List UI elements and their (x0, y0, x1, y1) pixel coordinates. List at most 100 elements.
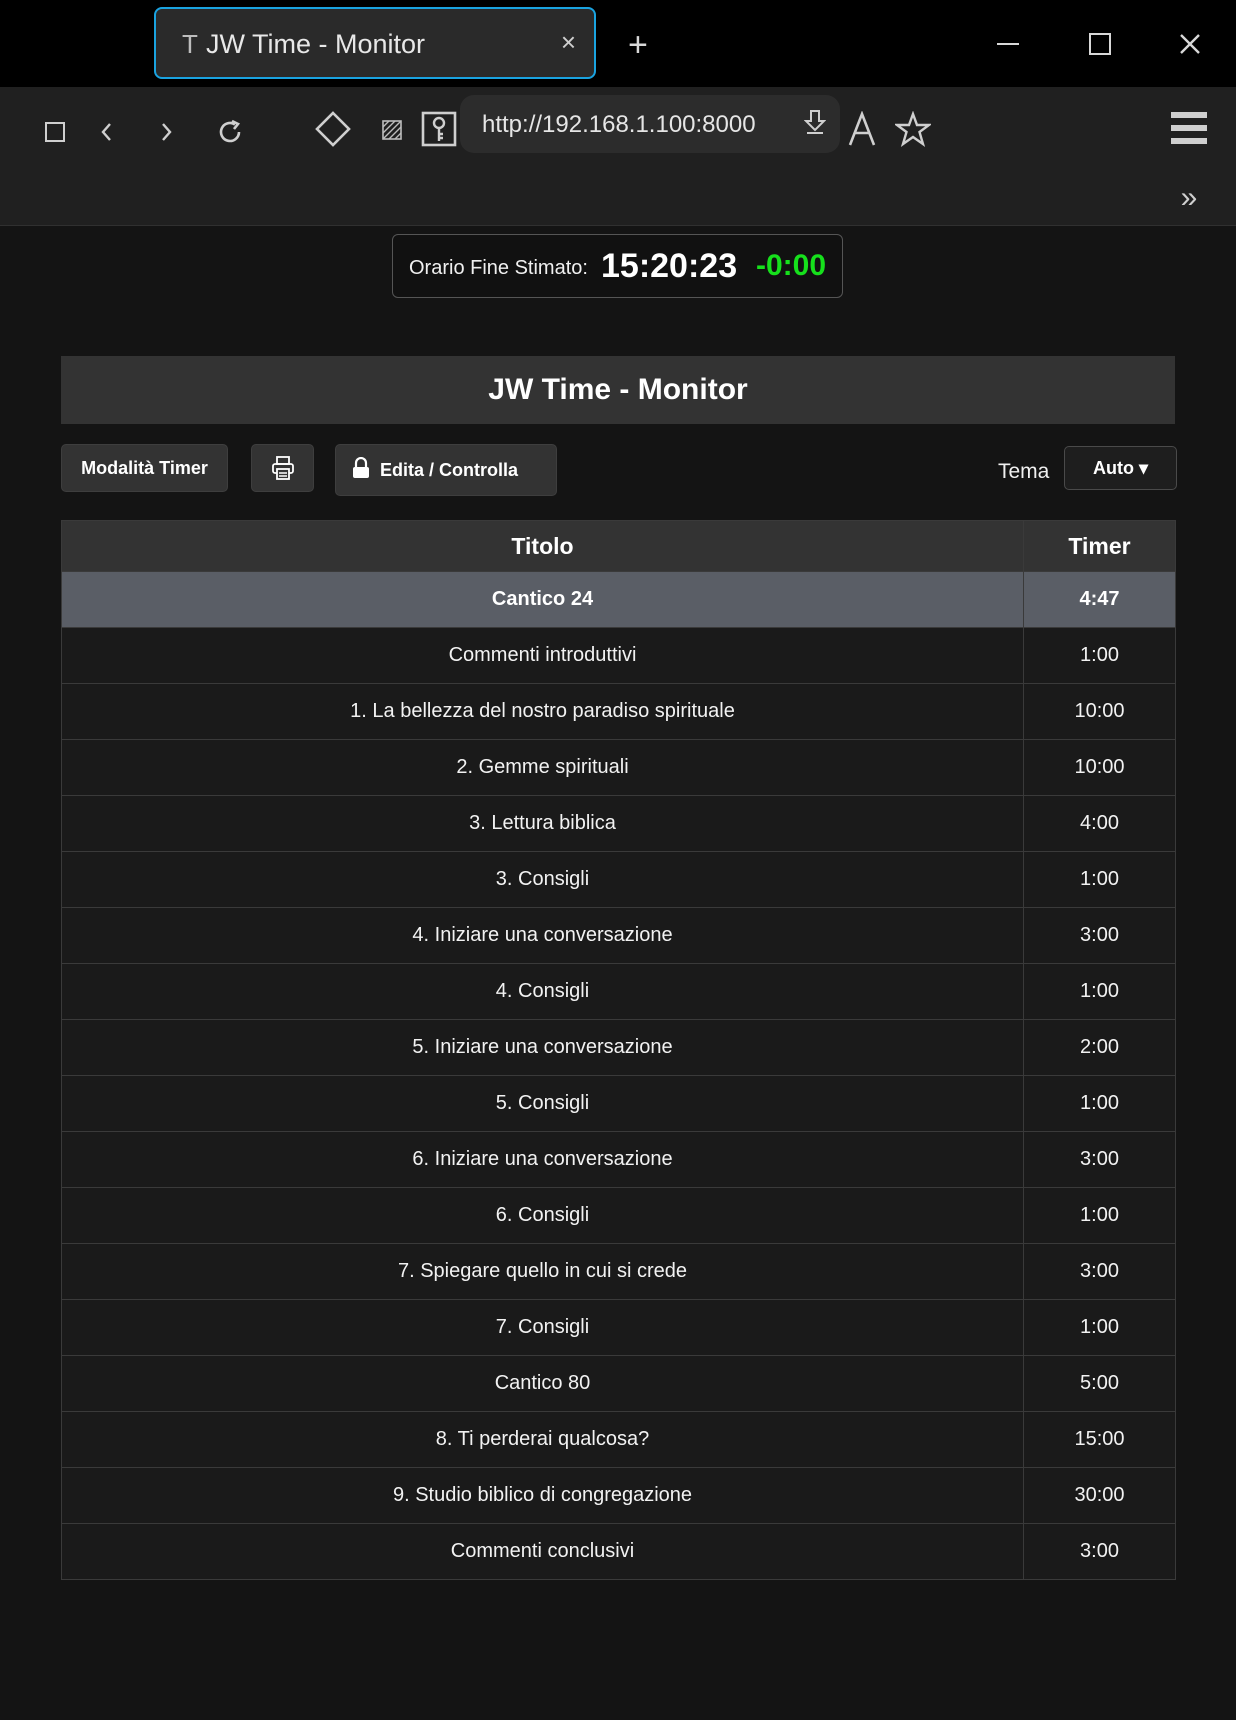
row-timer: 1:00 (1023, 627, 1176, 684)
hatched-square-icon (382, 120, 402, 140)
row-timer: 1:00 (1023, 851, 1176, 908)
table-body: Cantico 24 4:47 Commenti introduttivi 1:00 1… (61, 571, 1176, 1580)
row-title: 5. Iniziare una conversazione (61, 1019, 1024, 1076)
table-row[interactable]: 4. Consigli 1:00 (61, 963, 1176, 1020)
table-header-row: Titolo Timer (61, 520, 1176, 572)
star-icon (895, 111, 931, 147)
end-time-delta: -0:00 (756, 249, 827, 282)
site-info-button[interactable] (419, 109, 459, 149)
key-icon (421, 111, 457, 147)
lock-icon (352, 456, 370, 484)
reader-button[interactable] (379, 117, 405, 143)
row-timer: 4:47 (1023, 571, 1176, 628)
row-timer: 2:00 (1023, 1019, 1176, 1076)
download-icon[interactable] (803, 109, 827, 142)
row-title: 8. Ti perderai qualcosa? (61, 1411, 1024, 1468)
row-timer: 3:00 (1023, 1523, 1176, 1580)
browser-toolbar: http://192.168.1.100:8000 » (0, 87, 1236, 226)
row-timer: 3:00 (1023, 1131, 1176, 1188)
table-row[interactable]: 7. Spiegare quello in cui si crede 3:00 (61, 1243, 1176, 1300)
maximize-button[interactable] (1070, 22, 1130, 66)
row-title: 4. Iniziare una conversazione (61, 907, 1024, 964)
url-text: http://192.168.1.100:8000 (482, 111, 756, 138)
table-row[interactable]: Cantico 80 5:00 (61, 1355, 1176, 1412)
table-row[interactable]: 2. Gemme spirituali 10:00 (61, 739, 1176, 796)
tab-title: JW Time - Monitor (206, 29, 426, 59)
minimize-icon (997, 43, 1019, 45)
table-row[interactable]: 5. Consigli 1:00 (61, 1075, 1176, 1132)
row-title: Commenti conclusivi (61, 1523, 1024, 1580)
row-timer: 15:00 (1023, 1411, 1176, 1468)
table-row[interactable]: Commenti conclusivi 3:00 (61, 1523, 1176, 1580)
maximize-icon (1089, 33, 1111, 55)
row-timer: 3:00 (1023, 1243, 1176, 1300)
arrow-down-icon (803, 110, 827, 134)
row-timer: 1:00 (1023, 1187, 1176, 1244)
printer-icon (271, 456, 294, 480)
estimated-end-time-box: Orario Fine Stimato: 15:20:23 -0:00 (392, 234, 843, 298)
row-title: 6. Iniziare una conversazione (61, 1131, 1024, 1188)
page-title: JW Time - Monitor (61, 356, 1175, 424)
table-row[interactable]: 9. Studio biblico di congregazione 30:00 (61, 1467, 1176, 1524)
row-timer: 3:00 (1023, 907, 1176, 964)
forward-button[interactable] (151, 115, 181, 149)
hamburger-icon (1171, 112, 1207, 144)
column-header-timer: Timer (1023, 520, 1176, 572)
chevron-left-icon (101, 123, 111, 141)
row-title: Commenti introduttivi (61, 627, 1024, 684)
row-title: 4. Consigli (61, 963, 1024, 1020)
row-title: 9. Studio biblico di congregazione (61, 1467, 1024, 1524)
row-title: 3. Consigli (61, 851, 1024, 908)
timer-mode-button[interactable]: Modalità Timer (61, 444, 228, 492)
reload-icon (219, 119, 241, 143)
sidebar-toggle-button[interactable] (40, 117, 70, 147)
theme-select[interactable]: Auto ▾ (1064, 446, 1177, 490)
close-window-button[interactable] (1160, 22, 1220, 66)
extension-button[interactable] (313, 109, 353, 149)
table-row[interactable]: 8. Ti perderai qualcosa? 15:00 (61, 1411, 1176, 1468)
browser-tab[interactable]: T JW Time - Monitor × (154, 7, 596, 79)
toolbar-overflow-icon[interactable]: » (1174, 181, 1204, 214)
column-header-title: Titolo (61, 520, 1024, 572)
end-time-label: Orario Fine Stimato: (409, 257, 588, 279)
minimize-button[interactable] (978, 22, 1038, 66)
table-row[interactable]: 1. La bellezza del nostro paradiso spiri… (61, 683, 1176, 740)
row-timer: 10:00 (1023, 683, 1176, 740)
window-titlebar: T JW Time - Monitor × + (0, 0, 1236, 87)
edit-control-button[interactable]: Edita / Controlla (335, 444, 557, 496)
bookmark-button[interactable] (893, 109, 933, 149)
table-row[interactable]: 3. Lettura biblica 4:00 (61, 795, 1176, 852)
schedule-table: Titolo Timer Cantico 24 4:47 Commenti intr… (61, 520, 1176, 1580)
chevron-right-icon (162, 123, 172, 141)
square-icon (45, 122, 65, 142)
table-row[interactable]: 7. Consigli 1:00 (61, 1299, 1176, 1356)
row-timer: 1:00 (1023, 1299, 1176, 1356)
row-title: 3. Lettura biblica (61, 795, 1024, 852)
table-row[interactable]: 3. Consigli 1:00 (61, 851, 1176, 908)
back-button[interactable] (92, 115, 122, 149)
print-button[interactable] (251, 444, 314, 492)
table-row[interactable]: Cantico 24 4:47 (61, 571, 1176, 628)
reload-button[interactable] (212, 113, 248, 151)
theme-label: Tema (998, 460, 1050, 483)
row-title: 1. La bellezza del nostro paradiso spiri… (61, 683, 1024, 740)
row-timer: 4:00 (1023, 795, 1176, 852)
table-row[interactable]: 4. Iniziare una conversazione 3:00 (61, 907, 1176, 964)
menu-button[interactable] (1168, 107, 1210, 149)
edit-control-label: Edita / Controlla (380, 459, 519, 480)
text-size-button[interactable] (845, 109, 879, 149)
row-title: 6. Consigli (61, 1187, 1024, 1244)
table-row[interactable]: 5. Iniziare una conversazione 2:00 (61, 1019, 1176, 1076)
table-row[interactable]: Commenti introduttivi 1:00 (61, 627, 1176, 684)
table-row[interactable]: 6. Consigli 1:00 (61, 1187, 1176, 1244)
new-tab-button[interactable]: + (628, 28, 648, 62)
row-timer: 10:00 (1023, 739, 1176, 796)
row-timer: 30:00 (1023, 1467, 1176, 1524)
row-timer: 1:00 (1023, 1075, 1176, 1132)
tab-favicon-icon: T (182, 29, 198, 59)
table-row[interactable]: 6. Iniziare una conversazione 3:00 (61, 1131, 1176, 1188)
row-title: 7. Consigli (61, 1299, 1024, 1356)
row-title: 2. Gemme spirituali (61, 739, 1024, 796)
address-bar[interactable]: http://192.168.1.100:8000 (460, 95, 840, 153)
tab-close-icon[interactable]: × (561, 27, 576, 58)
